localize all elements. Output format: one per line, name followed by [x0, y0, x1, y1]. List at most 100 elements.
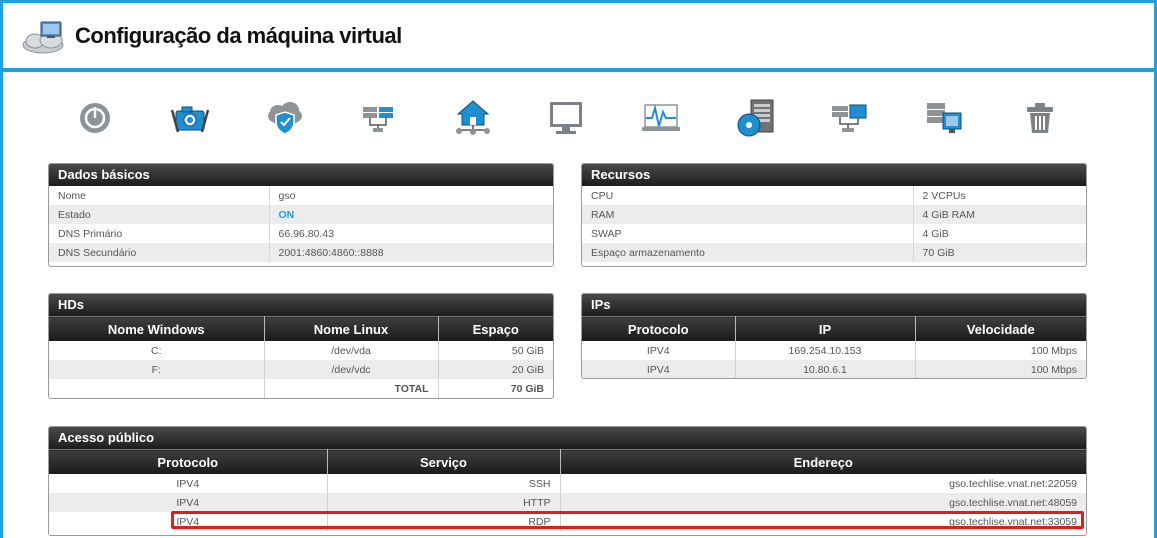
cloud-computer-icon: [22, 21, 64, 54]
home-network-button[interactable]: [450, 96, 496, 140]
total-row: TOTAL 70 GiB: [49, 379, 553, 398]
cell: F:: [49, 360, 265, 379]
field-value: 66.96.80.43: [278, 227, 334, 240]
cell: [49, 379, 265, 398]
network-icon: [363, 107, 393, 132]
table-row: DNS Secundário 2001:4860:4860::8888: [49, 243, 553, 262]
page-title: Configuração da máquina virtual: [75, 23, 402, 48]
cell: 20 GiB: [438, 360, 553, 379]
public-access-panel: Acesso público Protocolo Serviço Endereç…: [48, 426, 1087, 536]
field-label: SWAP: [582, 224, 914, 243]
cell: 10.80.6.1: [735, 360, 916, 378]
network-button[interactable]: [355, 96, 401, 140]
status-value: ON: [269, 205, 553, 224]
home-network-icon: [456, 100, 490, 135]
column-header: Protocolo: [582, 316, 736, 341]
delete-button[interactable]: [1017, 96, 1063, 140]
cell: IPV4: [49, 493, 328, 512]
cell: IPV4: [49, 474, 328, 493]
column-header: Protocolo: [49, 449, 328, 474]
cell: /dev/vdc: [264, 360, 439, 379]
table-row: DNS Primário 66.96.80.43: [49, 224, 553, 243]
firewall-button[interactable]: [262, 96, 308, 140]
column-header: Velocidade: [915, 316, 1086, 341]
table-row: CPU 2 VCPUs: [582, 186, 1086, 205]
basic-data-table: Nome gso Estado ON DNS Primário 66.96.80…: [49, 186, 553, 262]
column-header: Nome Linux: [264, 316, 439, 341]
cell: 169.254.10.153: [735, 341, 916, 360]
table-row: SWAP 4 GiB: [582, 224, 1086, 243]
field-label: RAM: [582, 205, 914, 224]
migrate-button[interactable]: [921, 96, 967, 140]
console-icon: [550, 102, 582, 134]
field-value: 2 VCPUs: [922, 189, 966, 202]
public-access-table: Protocolo Serviço Endereço IPV4 SSH gso.…: [49, 449, 1086, 531]
column-header: Endereço: [560, 449, 1086, 474]
cell: SSH: [327, 474, 561, 493]
table-row: RAM 4 GiB RAM: [582, 205, 1086, 224]
disk-icon: [737, 99, 774, 137]
monitoring-button[interactable]: [638, 96, 684, 140]
table-header-row: Nome Windows Nome Linux Espaço: [49, 316, 553, 341]
cell: C:: [49, 341, 265, 360]
table-row: IPV4 169.254.10.153 100 Mbps: [582, 341, 1086, 360]
table-row: IPV4 10.80.6.1 100 Mbps: [582, 360, 1086, 378]
table-header-row: Protocolo Serviço Endereço: [49, 449, 1086, 474]
column-header: Espaço: [438, 316, 553, 341]
delete-icon: [1027, 103, 1053, 133]
panel-title: Acesso público: [49, 427, 1086, 449]
ips-table: Protocolo IP Velocidade IPV4 169.254.10.…: [582, 316, 1086, 378]
disk-button[interactable]: [733, 96, 779, 140]
monitoring-icon: [642, 104, 680, 131]
hds-table: Nome Windows Nome Linux Espaço C: /dev/v…: [49, 316, 553, 398]
snapshot-button[interactable]: [167, 96, 213, 140]
table-row: F: /dev/vdc 20 GiB: [49, 360, 553, 379]
cell: IPV4: [49, 512, 328, 531]
table-row: IPV4 HTTP gso.techlise.vnat.net:48059: [49, 493, 1086, 512]
field-label: Espaço armazenamento: [582, 243, 914, 262]
field-label: CPU: [582, 186, 914, 205]
header-bar: Configuração da máquina virtual: [0, 0, 1157, 72]
resources-panel: Recursos CPU 2 VCPUs RAM 4 GiB RAM SWAP …: [581, 163, 1087, 267]
panel-title: Dados básicos: [49, 164, 553, 186]
table-row: Espaço armazenamento 70 GiB: [582, 243, 1086, 262]
table-row: Nome gso: [49, 186, 553, 205]
column-header: Nome Windows: [49, 316, 265, 341]
power-icon: [80, 103, 110, 133]
panel-title: Recursos: [582, 164, 1086, 186]
network-config-button[interactable]: [826, 96, 872, 140]
cell[interactable]: gso.techlise.vnat.net:33059: [560, 512, 1086, 531]
cell: 100 Mbps: [915, 360, 1086, 378]
cell: IPV4: [582, 360, 736, 378]
cell: HTTP: [327, 493, 561, 512]
cell[interactable]: gso.techlise.vnat.net:22059: [560, 474, 1086, 493]
field-value: 2001:4860:4860::8888: [269, 243, 553, 262]
action-toolbar: [0, 96, 1157, 142]
total-label: TOTAL: [264, 379, 439, 398]
total-value: 70 GiB: [510, 382, 544, 395]
field-label: Nome: [49, 186, 270, 205]
console-button[interactable]: [543, 96, 589, 140]
table-header-row: Protocolo IP Velocidade: [582, 316, 1086, 341]
panel-title: HDs: [49, 294, 553, 316]
cell: 100 Mbps: [1030, 344, 1077, 357]
column-header: Serviço: [327, 449, 561, 474]
table-row: Estado ON: [49, 205, 553, 224]
table-row: IPV4 SSH gso.techlise.vnat.net:22059: [49, 474, 1086, 493]
cell[interactable]: gso.techlise.vnat.net:48059: [560, 493, 1086, 512]
hds-panel: HDs Nome Windows Nome Linux Espaço C: /d…: [48, 293, 554, 399]
field-label: DNS Primário: [49, 224, 270, 243]
power-button[interactable]: [72, 96, 118, 140]
field-value: 70 GiB: [913, 243, 1086, 262]
table-row: C: /dev/vda 50 GiB: [49, 341, 553, 360]
panel-title: IPs: [582, 294, 1086, 316]
field-value: gso: [278, 189, 296, 202]
field-value: 4 GiB: [922, 227, 949, 240]
column-header: IP: [735, 316, 916, 341]
ips-panel: IPs Protocolo IP Velocidade IPV4 169.254…: [581, 293, 1087, 379]
cell: RDP: [327, 512, 561, 531]
basic-data-panel: Dados básicos Nome gso Estado ON DNS Pri…: [48, 163, 554, 267]
resources-table: CPU 2 VCPUs RAM 4 GiB RAM SWAP 4 GiB Esp…: [582, 186, 1086, 262]
cell: IPV4: [582, 341, 736, 360]
network-config-icon: [832, 104, 867, 132]
